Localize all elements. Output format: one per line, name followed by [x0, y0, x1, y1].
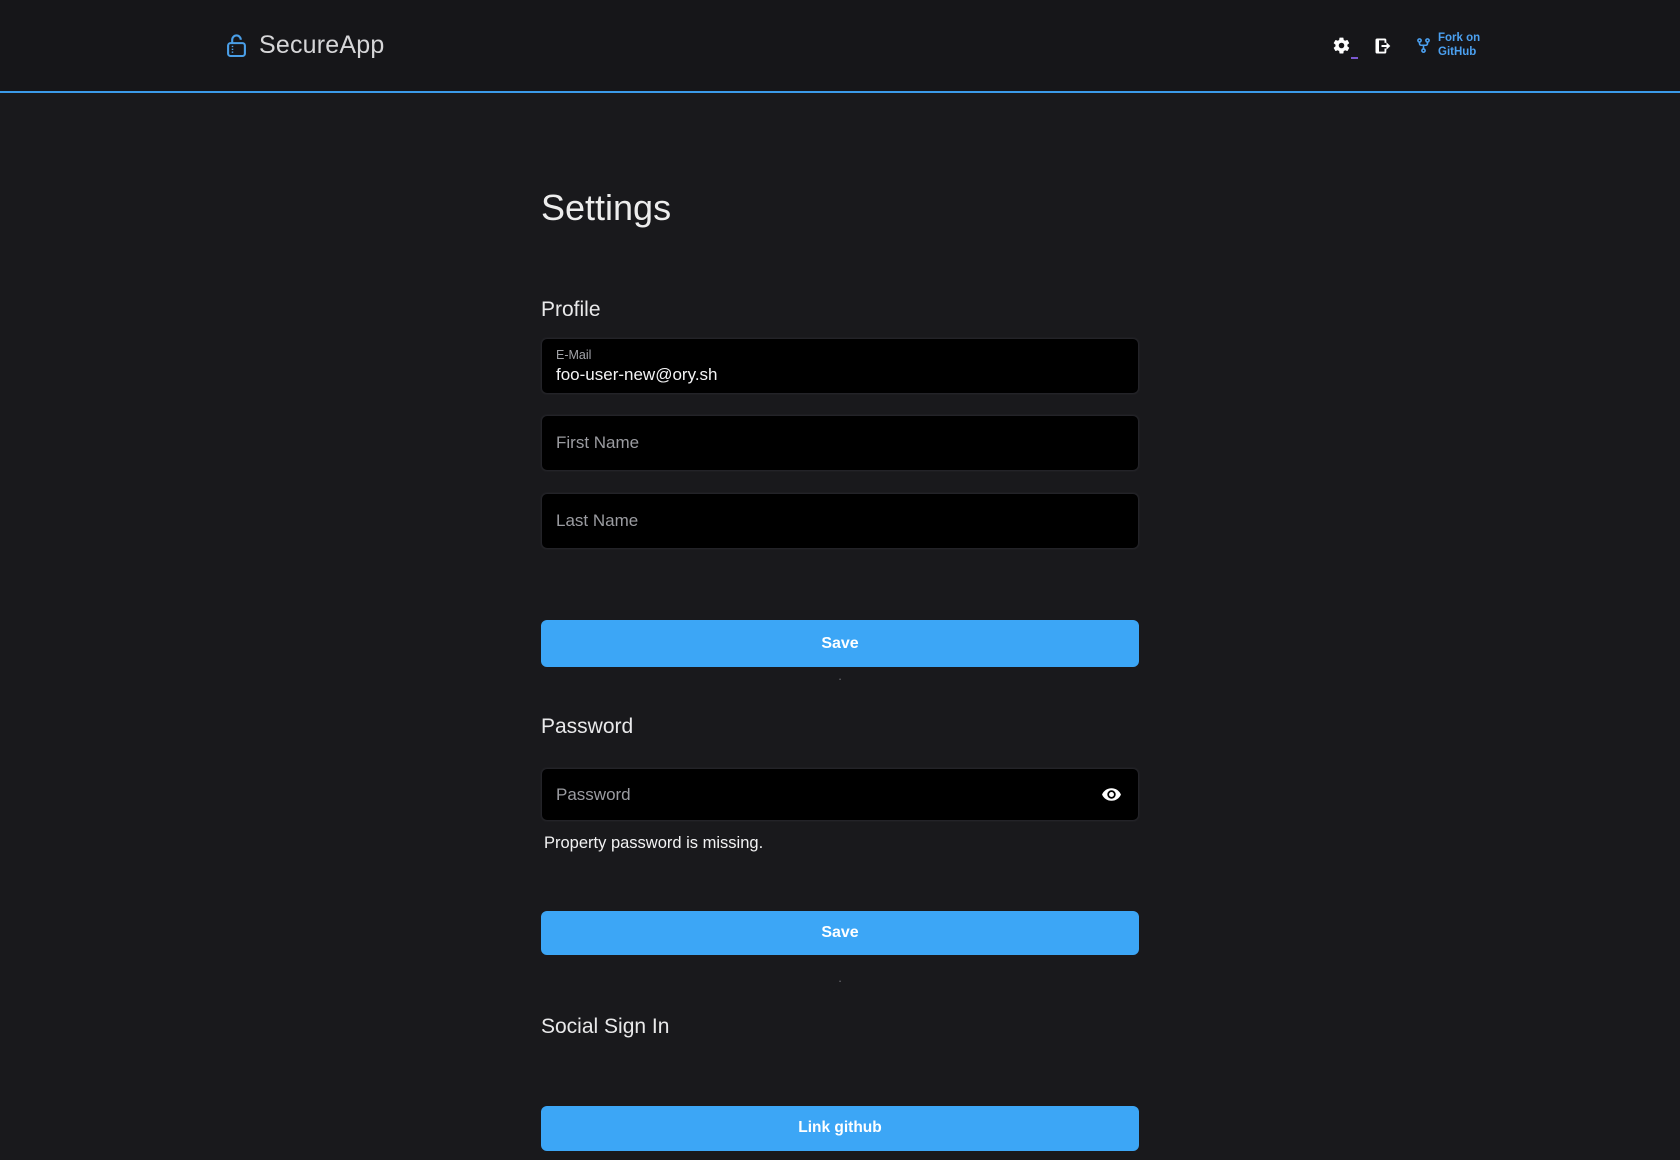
git-fork-icon	[1415, 37, 1432, 54]
logout-icon	[1373, 36, 1393, 56]
email-field-wrapper: E-Mail	[541, 338, 1139, 394]
app-header: SecureApp	[0, 0, 1680, 93]
toggle-password-visibility-button[interactable]	[1099, 784, 1124, 805]
fork-on-github-link[interactable]: Fork on GitHub	[1415, 32, 1490, 58]
password-error-message: Property password is missing.	[541, 833, 1139, 853]
email-label: E-Mail	[556, 348, 1124, 362]
profile-heading: Profile	[541, 296, 1139, 324]
social-sign-in-heading: Social Sign In	[541, 1013, 1139, 1041]
lock-icon	[226, 33, 247, 58]
caret-artifact	[1351, 57, 1358, 59]
header-actions: Fork on GitHub	[1332, 32, 1490, 58]
save-password-button[interactable]: Save	[541, 911, 1139, 955]
fork-link-label: Fork on GitHub	[1438, 32, 1490, 58]
brand: SecureApp	[226, 31, 385, 60]
last-name-input[interactable]	[556, 511, 1124, 531]
password-heading: Password	[541, 713, 1139, 741]
profile-message-dot: .	[541, 669, 1139, 683]
eye-icon	[1101, 784, 1122, 805]
last-name-field-wrapper	[541, 493, 1139, 549]
settings-page: Settings Profile E-Mail Save . Password …	[541, 93, 1139, 1151]
app-title: SecureApp	[259, 31, 385, 60]
email-input[interactable]	[556, 365, 1124, 385]
password-message-dot: .	[541, 971, 1139, 985]
save-profile-button[interactable]: Save	[541, 620, 1139, 667]
password-input[interactable]	[556, 785, 1099, 805]
first-name-input[interactable]	[556, 433, 1124, 453]
gear-icon	[1332, 36, 1351, 55]
link-github-button[interactable]: Link github	[541, 1106, 1139, 1151]
page-title: Settings	[541, 185, 1139, 232]
password-field-wrapper	[541, 768, 1139, 821]
logout-button[interactable]	[1373, 36, 1393, 56]
first-name-field-wrapper	[541, 415, 1139, 471]
settings-gear-button[interactable]	[1332, 36, 1351, 55]
